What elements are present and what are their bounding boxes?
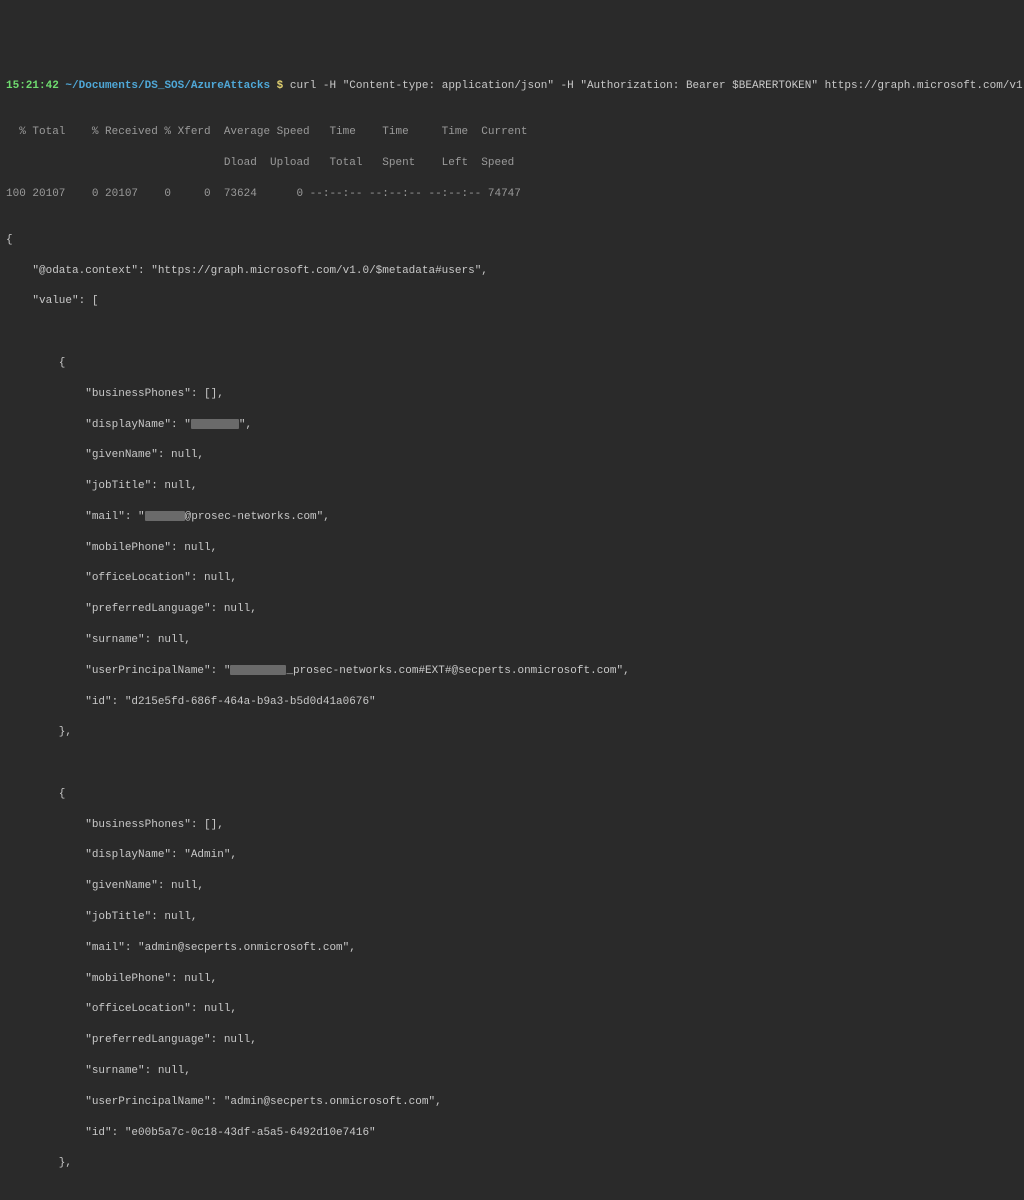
user1-surname: "surname": null, [6, 1064, 1018, 1079]
user0-mobilePhone: "mobilePhone": null, [6, 541, 1018, 556]
prompt-symbol: $ [277, 80, 284, 92]
user1-preferredLanguage: "preferredLanguage": null, [6, 1033, 1018, 1048]
user0-id: "id": "d215e5fd-686f-464a-b9a3-b5d0d41a0… [6, 695, 1018, 710]
user-object-open: { [6, 356, 1018, 371]
json-open-brace: { [6, 233, 1018, 248]
prompt-path: ~/Documents/DS_SOS/AzureAttacks [65, 80, 270, 92]
prompt-time: 15:21:42 [6, 80, 59, 92]
curl-progress-header1: % Total % Received % Xferd Average Speed… [6, 125, 1018, 140]
user1-id: "id": "e00b5a7c-0c18-43df-a5a5-6492d10e7… [6, 1126, 1018, 1141]
user0-jobTitle: "jobTitle": null, [6, 479, 1018, 494]
user-object-close: }, [6, 1156, 1018, 1171]
user1-mail: "mail": "admin@secperts.onmicrosoft.com"… [6, 941, 1018, 956]
prompt-line[interactable]: 15:21:42 ~/Documents/DS_SOS/AzureAttacks… [6, 79, 1018, 94]
user1-officeLocation: "officeLocation": null, [6, 1002, 1018, 1017]
redacted-upn: xxxxx [230, 665, 286, 675]
user0-displayName: "displayName": "xxxx", [6, 418, 1018, 433]
user0-mail: "mail": "xxx@prosec-networks.com", [6, 510, 1018, 525]
user0-officeLocation: "officeLocation": null, [6, 571, 1018, 586]
user0-preferredLanguage: "preferredLanguage": null, [6, 602, 1018, 617]
odata-context: "@odata.context": "https://graph.microso… [6, 264, 1018, 279]
user0-givenName: "givenName": null, [6, 448, 1018, 463]
user0-userPrincipalName: "userPrincipalName": "xxxxx_prosec-netwo… [6, 664, 1018, 679]
redacted-displayName: xxxx [191, 419, 239, 429]
user0-businessPhones: "businessPhones": [], [6, 387, 1018, 402]
user1-userPrincipalName: "userPrincipalName": "admin@secperts.onm… [6, 1095, 1018, 1110]
curl-progress-header2: Dload Upload Total Spent Left Speed [6, 156, 1018, 171]
user1-businessPhones: "businessPhones": [], [6, 818, 1018, 833]
command-text: curl -H "Content-type: application/json"… [290, 80, 1024, 92]
user0-surname: "surname": null, [6, 633, 1018, 648]
user1-givenName: "givenName": null, [6, 879, 1018, 894]
value-key: "value": [ [6, 294, 1018, 309]
user1-displayName: "displayName": "Admin", [6, 848, 1018, 863]
user-object-close: }, [6, 725, 1018, 740]
redacted-mail: xxx [145, 511, 185, 521]
user-object-open: { [6, 787, 1018, 802]
user1-mobilePhone: "mobilePhone": null, [6, 972, 1018, 987]
curl-progress-row: 100 20107 0 20107 0 0 73624 0 --:--:-- -… [6, 187, 1018, 202]
user1-jobTitle: "jobTitle": null, [6, 910, 1018, 925]
